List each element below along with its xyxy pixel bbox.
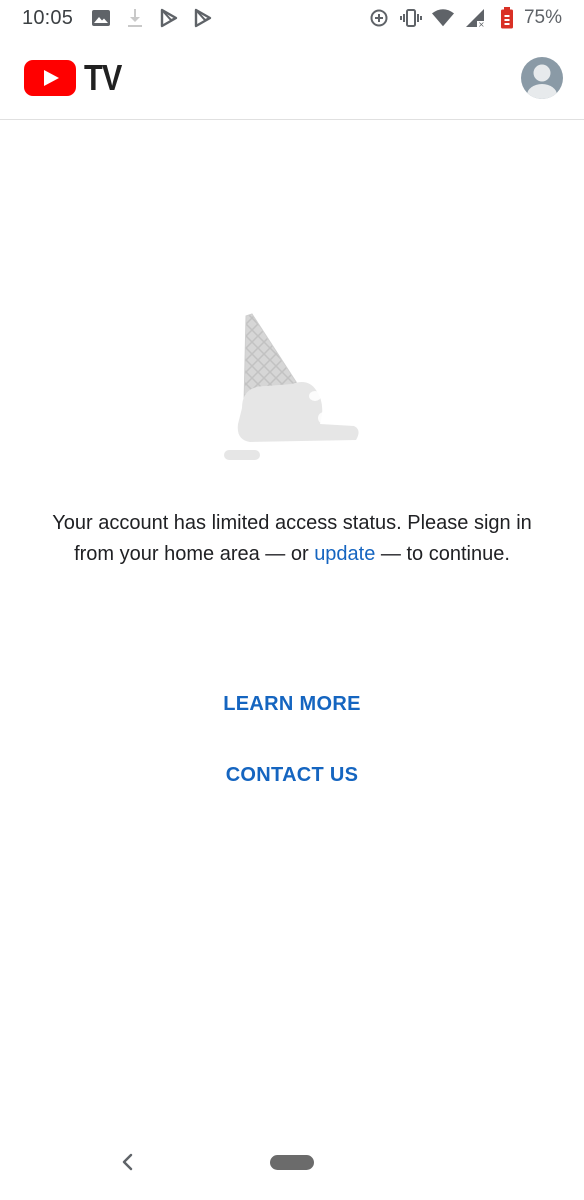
home-pill-button[interactable] [270, 1155, 314, 1170]
system-navigation-bar [0, 1128, 584, 1200]
image-icon [90, 7, 112, 29]
battery-icon [496, 7, 518, 29]
download-icon [124, 7, 146, 29]
battery-percent: 75% [523, 7, 562, 28]
message-text-after: — to continue. [375, 543, 510, 565]
play-store-icon [158, 7, 180, 29]
data-saver-icon [368, 7, 390, 29]
youtube-play-icon [24, 60, 76, 96]
status-time: 10:05 [22, 7, 74, 29]
status-system-icons: × 75% [368, 7, 562, 29]
play-store-icon [192, 7, 214, 29]
back-icon[interactable] [114, 1148, 142, 1176]
signal-icon: × [464, 7, 486, 29]
youtube-tv-logo[interactable]: TV [24, 60, 128, 96]
vibrate-icon [399, 7, 422, 29]
wifi-icon [431, 7, 454, 29]
contact-us-button[interactable]: CONTACT US [192, 753, 392, 797]
app-bar: TV [0, 38, 584, 120]
logo-text: TV [84, 57, 122, 98]
status-notification-icons [90, 7, 214, 29]
status-bar: 10:05 × 75% [0, 0, 584, 38]
dropped-ice-cream-illustration [222, 312, 364, 464]
screen: 10:05 × 75% TV Your account has limited … [0, 0, 584, 1200]
account-avatar[interactable] [521, 57, 563, 99]
update-link[interactable]: update [314, 543, 375, 565]
svg-text:×: × [478, 20, 485, 28]
learn-more-button[interactable]: LEARN MORE [192, 682, 392, 726]
limited-access-message: Your account has limited access status. … [50, 508, 534, 570]
person-icon [527, 64, 557, 99]
